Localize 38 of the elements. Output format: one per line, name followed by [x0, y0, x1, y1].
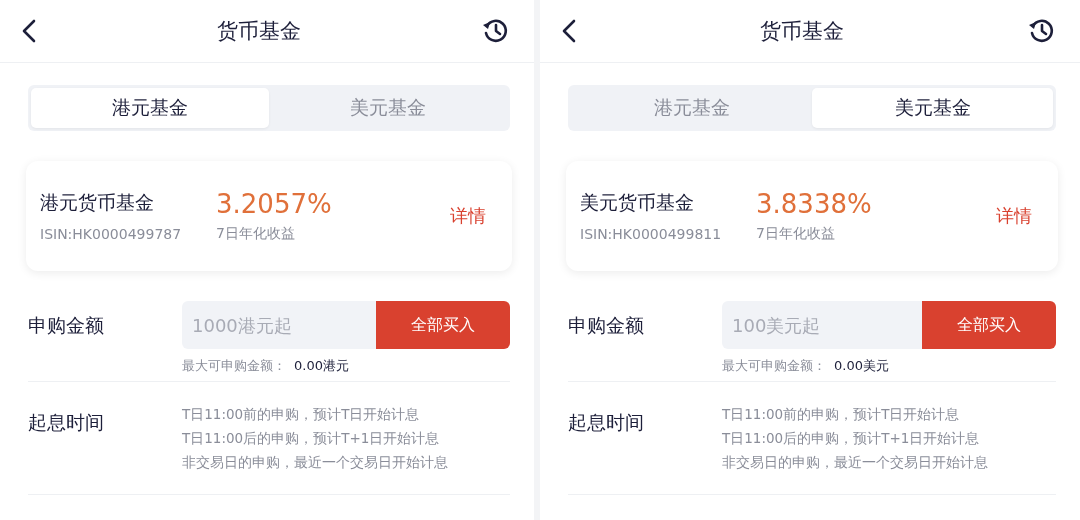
amount-label: 申购金额 [568, 313, 645, 338]
back-icon[interactable] [562, 19, 576, 43]
page-title: 货币基金 [217, 18, 301, 45]
interest-rule: T日11:00前的申购，预计T日开始计息 [722, 406, 961, 424]
max-amount-label: 最大可申购金额： [722, 357, 826, 375]
currency-tab[interactable]: 港元基金 [31, 88, 269, 128]
max-amount-value: 0.00港元 [294, 357, 349, 375]
currency-tab[interactable]: 港元基金 [571, 88, 812, 128]
isin-code: ISIN:HK0000499787 [40, 226, 183, 242]
max-amount-value: 0.00美元 [834, 357, 889, 375]
details-link[interactable]: 详情 [996, 204, 1032, 228]
max-amount-label: 最大可申购金额： [182, 357, 286, 375]
amount-label: 申购金额 [28, 313, 105, 338]
details-link[interactable]: 详情 [450, 204, 486, 228]
amount-field[interactable]: 1000港元起 [182, 301, 376, 349]
currency-tab[interactable]: 美元基金 [812, 88, 1053, 128]
fund-name: 美元货币基金 [580, 190, 695, 215]
back-icon[interactable] [22, 19, 36, 43]
buy-all-button[interactable]: 全部买入 [922, 301, 1056, 349]
history-icon[interactable] [1028, 17, 1056, 45]
interest-label: 起息时间 [568, 410, 645, 435]
yield-label: 7日年化收益 [756, 225, 836, 243]
yield-label: 7日年化收益 [216, 225, 296, 243]
history-icon[interactable] [482, 17, 510, 45]
interest-rule: 非交易日的申购，最近一个交易日开始计息 [722, 454, 988, 472]
isin-code: ISIN:HK0000499811 [580, 226, 723, 242]
yield-value: 3.8338% [756, 189, 873, 219]
interest-rule: 非交易日的申购，最近一个交易日开始计息 [182, 454, 448, 472]
interest-rule: T日11:00前的申购，预计T日开始计息 [182, 406, 421, 424]
interest-rule: T日11:00后的申购，预计T+1日开始计息 [182, 430, 441, 448]
page-title: 货币基金 [760, 18, 844, 45]
currency-tab[interactable]: 美元基金 [269, 88, 507, 128]
interest-label: 起息时间 [28, 410, 105, 435]
buy-all-button[interactable]: 全部买入 [376, 301, 510, 349]
yield-value: 3.2057% [216, 189, 333, 219]
amount-field[interactable]: 100美元起 [722, 301, 922, 349]
interest-rule: T日11:00后的申购，预计T+1日开始计息 [722, 430, 981, 448]
fund-name: 港元货币基金 [40, 190, 155, 215]
